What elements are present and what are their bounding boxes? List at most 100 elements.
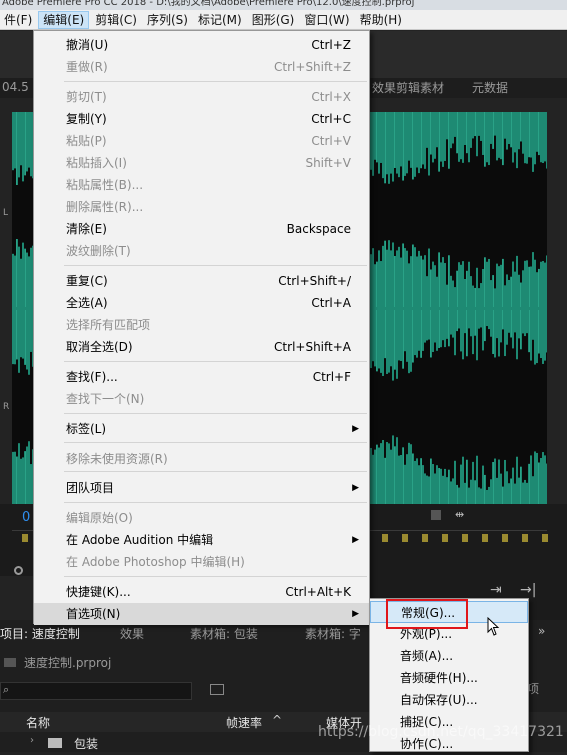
step-forward-icon[interactable]: ⇥ (490, 582, 502, 598)
menu-item-edit-original[interactable]: 编辑原始(O) (34, 507, 369, 529)
menu-clip[interactable]: 剪辑(C) (91, 11, 141, 29)
marker-tick (422, 534, 428, 542)
menu-item-shortcut: Ctrl+A (311, 296, 351, 310)
new-bin-icon[interactable] (210, 684, 224, 695)
col-frame-rate[interactable]: 帧速率 (226, 714, 262, 731)
menu-edit[interactable]: 编辑(E) (38, 10, 90, 29)
menu-item-shortcut: Ctrl+Shift+Z (274, 60, 351, 74)
tab-project[interactable]: 项目: 速度控制 (0, 625, 80, 642)
menu-item-paste[interactable]: 粘贴(P) Ctrl+V (34, 130, 369, 152)
expand-arrow-icon[interactable]: › (30, 735, 34, 746)
menu-bar: 件(F) 编辑(E) 剪辑(C) 序列(S) 标记(M) 图形(G) 窗口(W)… (0, 10, 567, 30)
submenu-item-audio[interactable]: 音频(A)... (370, 645, 528, 667)
marker-tick (542, 534, 548, 542)
menu-item-label[interactable]: 标签(L) ▶ (34, 418, 369, 440)
tab-bin-text[interactable]: 素材箱: 字 (305, 625, 361, 642)
menu-item-preferences[interactable]: 首选项(N) ▶ (34, 603, 369, 625)
submenu-arrow-icon: ▶ (352, 535, 359, 545)
more-panels-icon[interactable]: » (538, 624, 545, 638)
menu-window[interactable]: 窗口(W) (300, 11, 353, 29)
project-file-name: 速度控制.prproj (24, 656, 112, 670)
trim-icon[interactable]: ⇹ (455, 508, 464, 521)
menu-item-label: 复制(Y) (66, 112, 107, 126)
marker-tick (522, 534, 528, 542)
menu-item-label: 团队项目 (66, 481, 115, 495)
tab-effects-clips[interactable]: 效果剪辑素材 (372, 79, 444, 96)
menu-item-label: 首选项(N) (66, 607, 121, 621)
folder-name: 包装 (74, 737, 99, 751)
menu-item-select-all-matching[interactable]: 选择所有匹配项 (34, 314, 369, 336)
menu-item-ripple-delete[interactable]: 波纹删除(T) (34, 240, 369, 262)
menu-item-duplicate[interactable]: 重复(C) Ctrl+Shift+/ (34, 270, 369, 292)
menu-item-remove-attributes[interactable]: 删除属性(R)... (34, 196, 369, 218)
menu-item-paste-attributes[interactable]: 粘贴属性(B)... (34, 174, 369, 196)
menu-file[interactable]: 件(F) (0, 11, 36, 29)
menu-item-label: 查找下一个(N) (66, 392, 145, 406)
submenu-item-auto-save[interactable]: 自动保存(U)... (370, 689, 528, 711)
menu-item-cut[interactable]: 剪切(T) Ctrl+X (34, 86, 369, 108)
submenu-item-label: 音频硬件(H)... (400, 671, 478, 685)
menu-item-label: 撤消(U) (66, 38, 109, 52)
menu-item-shortcut: Ctrl+C (311, 112, 351, 126)
search-input[interactable]: ⌕ (0, 682, 192, 700)
menu-graphics[interactable]: 图形(G) (248, 11, 299, 29)
marker-tick (382, 534, 388, 542)
submenu-item-label: 自动保存(U)... (400, 693, 478, 707)
marker-tick (442, 534, 448, 542)
menu-item-keyboard-shortcuts[interactable]: 快捷键(K)... Ctrl+Alt+K (34, 581, 369, 603)
sort-up-icon: ^ (272, 713, 283, 727)
highlight-box (386, 599, 468, 629)
submenu-item-audio-hardware[interactable]: 音频硬件(H)... (370, 667, 528, 689)
marker-tick (22, 534, 28, 542)
menu-item-shortcut: Backspace (286, 222, 351, 236)
menu-item-label: 移除未使用资源(R) (66, 452, 168, 466)
menu-separator (64, 502, 367, 503)
zoom-handle-icon[interactable] (14, 566, 23, 575)
marker-tick (502, 534, 508, 542)
menu-item-edit-in-photoshop[interactable]: 在 Adobe Photoshop 中编辑(H) (34, 551, 369, 573)
menu-item-paste-insert[interactable]: 粘贴插入(I) Shift+V (34, 152, 369, 174)
project-file-icon (4, 658, 16, 667)
menu-item-team-project[interactable]: 团队项目 ▶ (34, 477, 369, 499)
menu-item-shortcut: Ctrl+Shift+A (274, 340, 351, 354)
folder-icon (48, 738, 62, 748)
col-name[interactable]: 名称 (26, 714, 50, 731)
menu-item-find-next[interactable]: 查找下一个(N) (34, 388, 369, 410)
search-icon: ⌕ (3, 683, 10, 696)
menu-item-select-all[interactable]: 全选(A) Ctrl+A (34, 292, 369, 314)
menu-item-label: 重做(R) (66, 60, 108, 74)
menu-item-deselect-all[interactable]: 取消全选(D) Ctrl+Shift+A (34, 336, 369, 358)
submenu-arrow-icon: ▶ (352, 483, 359, 493)
menu-item-label: 删除属性(R)... (66, 200, 144, 214)
submenu-item-label: 音频(A)... (400, 649, 454, 663)
menu-item-shortcut: Ctrl+Shift+/ (278, 274, 351, 288)
menu-item-copy[interactable]: 复制(Y) Ctrl+C (34, 108, 369, 130)
menu-item-shortcut: Ctrl+V (311, 134, 351, 148)
menu-item-label: 在 Adobe Photoshop 中编辑(H) (66, 555, 245, 569)
menu-item-label: 编辑原始(O) (66, 511, 133, 525)
menu-item-shortcut: Ctrl+Z (311, 38, 351, 52)
menu-markers[interactable]: 标记(M) (194, 11, 246, 29)
menu-item-clear[interactable]: 清除(E) Backspace (34, 218, 369, 240)
menu-item-label: 粘贴插入(I) (66, 156, 127, 170)
menu-item-label: 全选(A) (66, 296, 108, 310)
menu-item-edit-in-audition[interactable]: 在 Adobe Audition 中编辑 ▶ (34, 529, 369, 551)
tab-bin-packaging[interactable]: 素材箱: 包装 (190, 625, 258, 642)
menu-item-label: 在 Adobe Audition 中编辑 (66, 533, 214, 547)
menu-sequence[interactable]: 序列(S) (143, 11, 192, 29)
menu-item-label: 快捷键(K)... (66, 585, 131, 599)
menu-item-label: 粘贴属性(B)... (66, 178, 144, 192)
tab-metadata[interactable]: 元数据 (472, 79, 508, 96)
menu-item-remove-unused[interactable]: 移除未使用资源(R) (34, 448, 369, 470)
go-to-out-icon[interactable]: →| (520, 582, 536, 598)
menu-item-redo[interactable]: 重做(R) Ctrl+Shift+Z (34, 56, 369, 78)
marker-icon[interactable] (431, 510, 441, 520)
menu-item-find[interactable]: 查找(F)... Ctrl+F (34, 366, 369, 388)
menu-help[interactable]: 帮助(H) (356, 11, 406, 29)
menu-separator (64, 442, 367, 443)
menu-item-undo[interactable]: 撤消(U) Ctrl+Z (34, 34, 369, 56)
tab-effects[interactable]: 效果 (120, 625, 144, 642)
menu-separator (64, 576, 367, 577)
menu-separator (64, 265, 367, 266)
submenu-arrow-icon: ▶ (352, 424, 359, 434)
